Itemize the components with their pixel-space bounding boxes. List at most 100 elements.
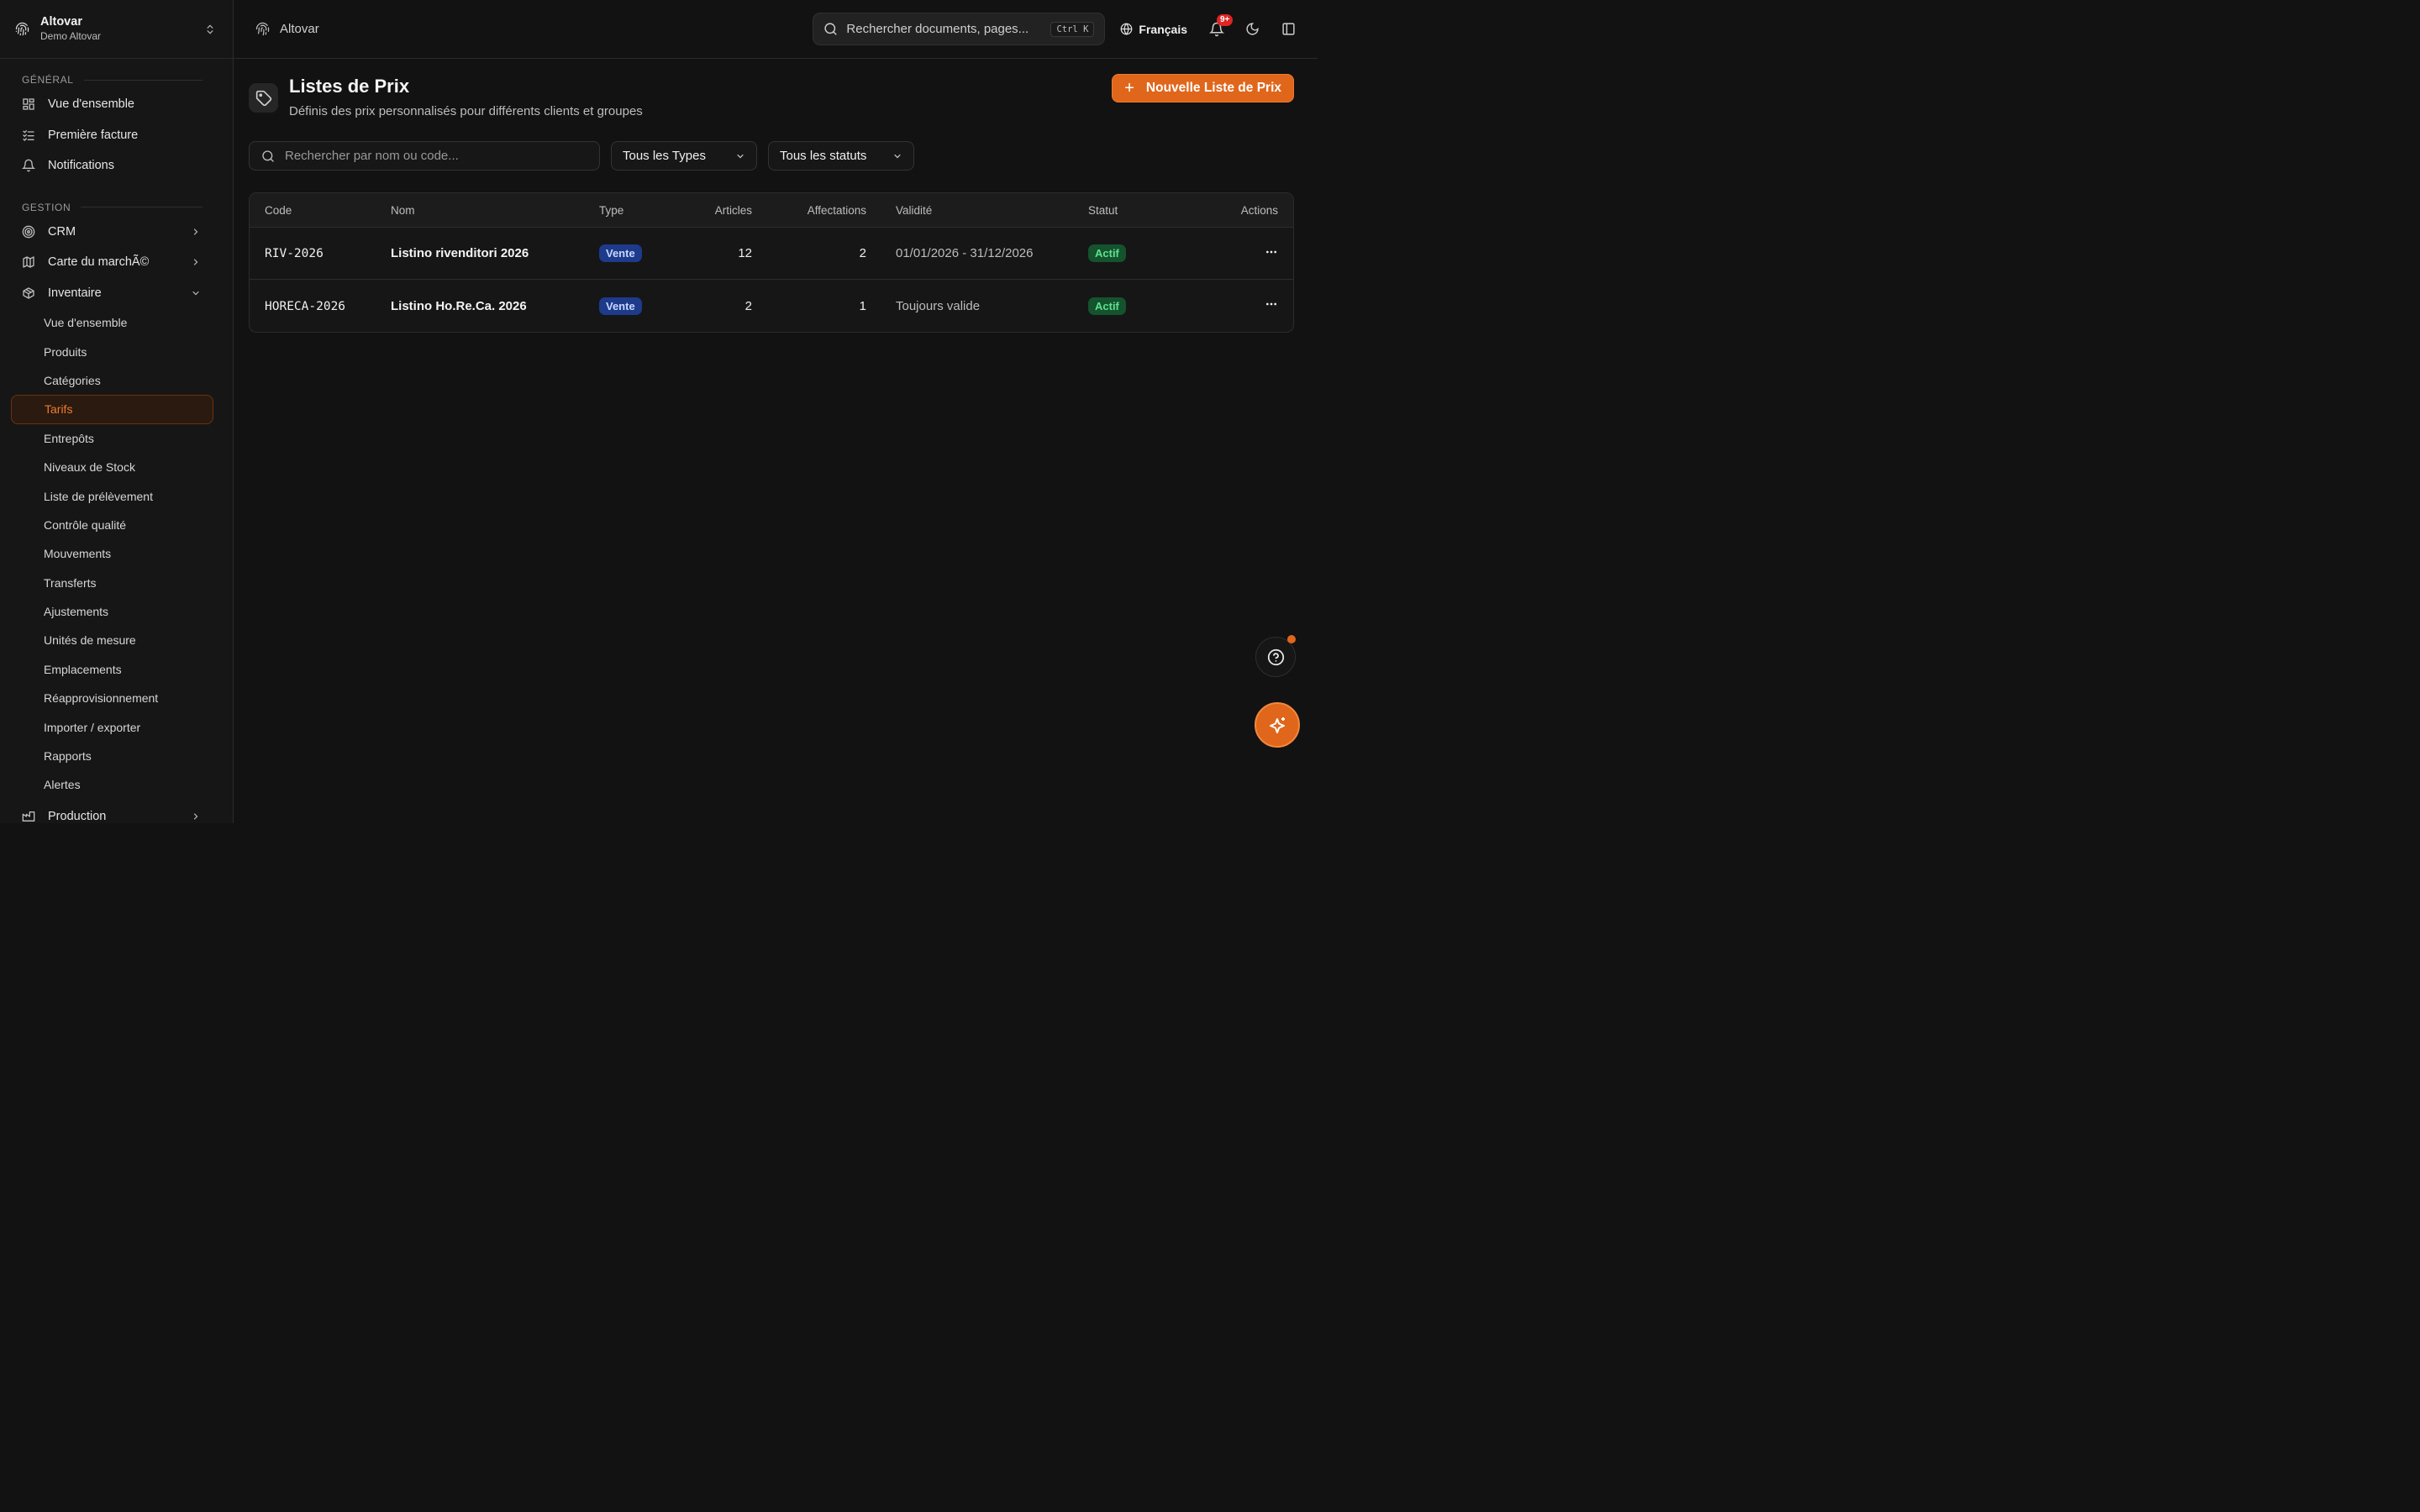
cell-nom[interactable]: Listino Ho.Re.Ca. 2026 [391, 299, 527, 313]
page-subtitle: Définis des prix personnalisés pour diff… [289, 104, 643, 118]
sidebar-subitem-unit-s-de-mesure[interactable]: Unités de mesure [0, 626, 233, 654]
cell-articles: 12 [738, 246, 752, 260]
sidebar-subitem-label: Contrôle qualité [44, 517, 127, 532]
column-header-actions: Actions [1240, 203, 1278, 217]
sidebar-subitem-label: Transferts [44, 575, 97, 590]
table-body: RIV-2026 Listino rivenditori 2026 Vente 12 2… [250, 228, 1293, 332]
column-header-validite[interactable]: Validité [866, 204, 1088, 217]
sidebar-panel-icon [1282, 23, 1295, 35]
workspace-switcher[interactable]: Altovar Demo Altovar [0, 0, 233, 59]
search-icon [824, 23, 837, 35]
language-selector[interactable]: Français [1120, 23, 1187, 36]
sidebar-item-label: Inventaire [48, 286, 102, 300]
sidebar-subitem-r-approvisionnement[interactable]: Réapprovisionnement [0, 684, 233, 712]
list-search-input[interactable]: Rechercher par nom ou code... [249, 141, 600, 171]
sidebar-subitem-label: Mouvements [44, 547, 112, 561]
sidebar-subitem-ajustements[interactable]: Ajustements [0, 597, 233, 626]
more-actions-icon[interactable] [1265, 297, 1278, 311]
notification-count-badge: 9+ [1217, 13, 1234, 26]
workspace-subtitle: Demo Altovar [40, 30, 102, 42]
sidebar-subitem-label: Unités de mesure [44, 633, 136, 648]
sidebar-item-crm[interactable]: CRM [0, 217, 233, 248]
status-badge: Actif [1088, 297, 1126, 315]
sidebar-subitem-transferts[interactable]: Transferts [0, 569, 233, 597]
chevron-down-icon [737, 154, 744, 158]
checklist-icon [23, 129, 34, 141]
sidebar-subitem-label: Produits [44, 344, 87, 359]
sidebar-subitem-niveaux-de-stock[interactable]: Niveaux de Stock [0, 453, 233, 481]
fingerprint-logo-icon [15, 22, 29, 36]
cell-articles: 2 [744, 298, 752, 313]
status-filter-select[interactable]: Tous les statuts [768, 141, 914, 171]
chevrons-up-down-icon [207, 24, 213, 34]
type-filter-select[interactable]: Tous les Types [611, 141, 757, 171]
sidebar-item-overview[interactable]: Vue d'ensemble [0, 89, 233, 120]
list-search-placeholder: Rechercher par nom ou code... [285, 149, 459, 163]
language-label: Français [1139, 22, 1187, 36]
sidebar-subitem-mouvements[interactable]: Mouvements [0, 539, 233, 568]
new-price-list-label: Nouvelle Liste de Prix [1145, 81, 1281, 95]
status-badge: Actif [1088, 244, 1126, 262]
sidebar-subitem-liste-de-pr-l-vement[interactable]: Liste de prélèvement [0, 481, 233, 510]
ai-assistant-button[interactable] [1255, 702, 1300, 748]
column-header-statut[interactable]: Statut [1088, 204, 1175, 217]
sidebar-subitem-importer-exporter[interactable]: Importer / exporter [0, 712, 233, 741]
sidebar-item-market-map[interactable]: Carte du marchÃ© [0, 247, 233, 278]
globe-icon [1121, 23, 1133, 35]
search-icon [262, 150, 274, 162]
main-area: Altovar Rechercher documents, pages... C… [234, 0, 1318, 823]
notifications-button[interactable]: 9+ [1208, 13, 1234, 37]
chevron-down-icon [192, 291, 199, 296]
sidebar-item-inventory[interactable]: Inventaire [0, 278, 233, 309]
table-row[interactable]: RIV-2026 Listino rivenditori 2026 Vente 12 2… [250, 228, 1293, 280]
sidebar-subitem-label: Emplacements [44, 662, 122, 676]
fingerprint-logo-icon [255, 22, 270, 36]
page-title: Listes de Prix [289, 76, 410, 97]
shortcut-hint: Ctrl K [1050, 21, 1095, 37]
sidebar-subitem-rapports[interactable]: Rapports [0, 742, 233, 770]
sidebar-subitem-emplacements[interactable]: Emplacements [0, 655, 233, 684]
sidebar-subitem-label: Liste de prélèvement [44, 489, 153, 503]
new-price-list-button[interactable]: + Nouvelle Liste de Prix [1112, 74, 1294, 102]
section-general-label: GÉNÉRAL [0, 71, 233, 89]
column-header-affectations[interactable]: Affectations [752, 204, 866, 217]
cell-validite: 01/01/2026 - 31/12/2026 [896, 246, 1034, 260]
filters-bar: Rechercher par nom ou code... Tous les T… [249, 141, 1294, 171]
sidebar-subitem-entrep-ts[interactable]: Entrepôts [0, 424, 233, 453]
breadcrumb-label[interactable]: Altovar [280, 22, 319, 36]
sidebar-item-production[interactable]: Production [0, 801, 233, 823]
chevron-right-icon [193, 813, 198, 820]
tag-icon [255, 90, 271, 106]
column-header-type[interactable]: Type [599, 204, 676, 217]
section-gestion-label: GESTION [0, 198, 233, 217]
more-actions-icon[interactable] [1265, 245, 1278, 259]
table-row[interactable]: HORECA-2026 Listino Ho.Re.Ca. 2026 Vente 2 1… [250, 280, 1293, 332]
global-search-input[interactable]: Rechercher documents, pages... Ctrl K [813, 13, 1106, 45]
dashboard-icon [23, 98, 34, 110]
sidebar-subitem-alertes[interactable]: Alertes [0, 770, 233, 799]
sidebar-subitem-vue-d-ensemble[interactable]: Vue d'ensemble [0, 308, 233, 337]
sidebar-item-first-invoice[interactable]: Première facture [0, 120, 233, 151]
sidebar-subitem-contr-le-qualit-[interactable]: Contrôle qualité [0, 511, 233, 539]
inventory-submenu: Vue d'ensemble Produits Catégories Tarifs En… [0, 308, 233, 800]
toggle-sidebar-button[interactable] [1281, 22, 1296, 36]
column-header-articles[interactable]: Articles [676, 204, 752, 217]
sidebar-item-label: CRM [48, 224, 76, 239]
sidebar-item-notifications[interactable]: Notifications [0, 150, 233, 181]
breadcrumb: Altovar [255, 22, 319, 36]
price-lists-table: Code Nom Type Articles Affectations Vali… [249, 192, 1294, 333]
sidebar-subitem-cat-gories[interactable]: Catégories [0, 366, 233, 395]
sidebar-item-label: Carte du marchÃ© [48, 255, 150, 270]
cell-nom[interactable]: Listino rivenditori 2026 [391, 246, 529, 260]
sidebar-subitem-label: Réapprovisionnement [44, 691, 159, 706]
sidebar: Altovar Demo Altovar GÉNÉRAL Vue d'ensem… [0, 0, 234, 823]
column-header-nom[interactable]: Nom [391, 204, 599, 217]
plus-icon: + [1124, 79, 1134, 97]
sidebar-subitem-label: Entrepôts [44, 431, 94, 445]
status-filter-value: Tous les statuts [780, 149, 867, 163]
theme-toggle-button[interactable] [1245, 22, 1260, 36]
sidebar-subitem-produits[interactable]: Produits [0, 337, 233, 365]
sidebar-subitem-tarifs[interactable]: Tarifs [11, 395, 213, 424]
help-button[interactable] [1255, 635, 1296, 677]
column-header-code[interactable]: Code [250, 204, 391, 217]
